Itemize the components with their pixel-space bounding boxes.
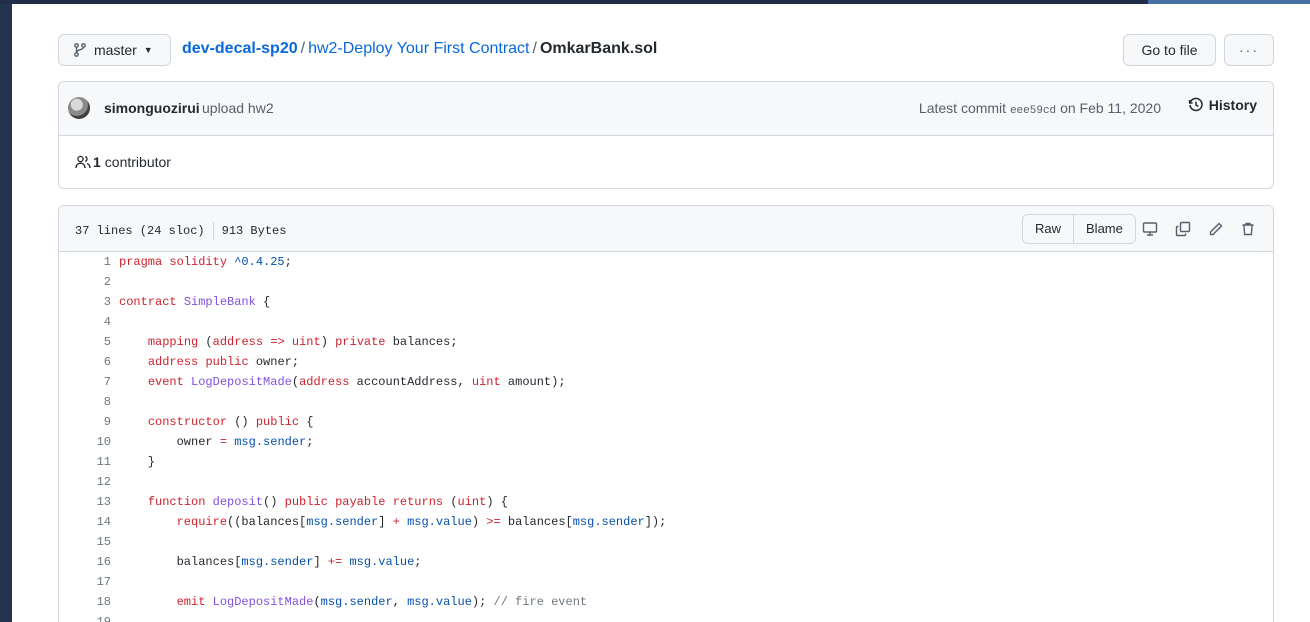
line-number[interactable]: 16	[59, 552, 111, 572]
line-number[interactable]: 11	[59, 452, 111, 472]
code-line: 1 pragma solidity ^0.4.25;	[59, 252, 1273, 272]
line-number[interactable]: 7	[59, 372, 111, 392]
code-line: 11 }	[59, 452, 1273, 472]
contributor-count: 1	[93, 154, 101, 170]
line-number[interactable]: 3	[59, 292, 111, 312]
breadcrumb-folder-link[interactable]: hw2-Deploy Your First Contract	[308, 40, 529, 57]
code-line: 17	[59, 572, 1273, 592]
blame-button[interactable]: Blame	[1073, 215, 1135, 243]
trash-icon[interactable]	[1239, 220, 1257, 238]
line-number[interactable]: 14	[59, 512, 111, 532]
code-line: 5 mapping (address => uint) private bala…	[59, 332, 1273, 352]
code-content: constructor () public {	[147, 415, 314, 429]
code-content: address public owner;	[147, 355, 300, 369]
breadcrumb-current-file: OmkarBank.sol	[539, 40, 658, 57]
line-number[interactable]: 6	[59, 352, 111, 372]
code-content: }	[119, 455, 156, 469]
code-line: 3 contract SimpleBank {	[59, 292, 1273, 312]
code-line: 13 function deposit() public payable ret…	[59, 492, 1273, 512]
code-line: 2	[59, 272, 1273, 292]
history-icon	[1188, 97, 1203, 112]
line-number[interactable]: 5	[59, 332, 111, 352]
commit-sha-link[interactable]: eee59cd	[1010, 105, 1056, 117]
code-line: 14 require((balances[msg.sender] + msg.v…	[59, 512, 1273, 532]
line-number[interactable]: 2	[59, 272, 111, 292]
line-number[interactable]: 4	[59, 312, 111, 332]
copy-icon[interactable]	[1174, 220, 1192, 238]
commit-row: simonguozirui upload hw2 Latest commit e…	[59, 82, 1273, 136]
commit-date: on Feb 11, 2020	[1060, 100, 1161, 116]
code-content: contract SimpleBank {	[119, 295, 271, 309]
breadcrumb-separator: /	[532, 40, 537, 57]
chevron-down-icon: ▼	[143, 45, 153, 55]
code-content: event LogDepositMade(address accountAddr…	[147, 375, 566, 389]
line-number[interactable]: 8	[59, 392, 111, 412]
code-line: 4	[59, 312, 1273, 332]
code-line: 9 constructor () public {	[59, 412, 1273, 432]
code-listing: 1 pragma solidity ^0.4.25; 2 3 contract Si…	[59, 252, 1273, 622]
code-line: 7 event LogDepositMade(address accountAd…	[59, 372, 1273, 392]
latest-commit-box: simonguozirui upload hw2 Latest commit e…	[58, 81, 1274, 189]
line-number[interactable]: 1	[59, 252, 111, 272]
branch-select-button[interactable]: master ▼	[58, 34, 171, 66]
raw-button[interactable]: Raw	[1023, 215, 1074, 243]
commit-message-link[interactable]: upload hw2	[202, 100, 274, 116]
history-link[interactable]: History	[1188, 97, 1257, 113]
line-number[interactable]: 9	[59, 412, 111, 432]
line-number[interactable]: 19	[59, 612, 111, 622]
line-number[interactable]: 18	[59, 592, 111, 612]
latest-commit-label: Latest commit	[918, 100, 1007, 116]
code-content: owner = msg.sender;	[119, 435, 314, 449]
commit-author-link[interactable]: simonguozirui	[104, 100, 200, 116]
code-content: pragma solidity ^0.4.25;	[119, 255, 292, 269]
code-line: 16 balances[msg.sender] += msg.value;	[59, 552, 1273, 572]
more-options-button[interactable]: ···	[1224, 34, 1274, 66]
branch-name: master	[94, 42, 137, 58]
code-content: require((balances[msg.sender] + msg.valu…	[176, 515, 667, 529]
code-line: 10 owner = msg.sender;	[59, 432, 1273, 452]
line-number[interactable]: 15	[59, 532, 111, 552]
file-header: 37 lines (24 sloc) 913 Bytes Raw Blame	[59, 206, 1273, 252]
file-line-count: 37 lines (24 sloc)	[75, 224, 205, 239]
code-content: function deposit() public payable return…	[147, 495, 508, 509]
line-number[interactable]: 13	[59, 492, 111, 512]
history-label: History	[1208, 97, 1257, 113]
line-number[interactable]: 12	[59, 472, 111, 492]
divider	[212, 222, 214, 240]
contributors-row[interactable]: 1 contributor	[75, 154, 171, 170]
code-line: 15	[59, 532, 1273, 552]
people-icon	[75, 155, 91, 169]
code-content: mapping (address => uint) private balanc…	[147, 335, 458, 349]
code-content: emit LogDepositMade(msg.sender, msg.valu…	[176, 595, 588, 609]
raw-blame-group: Raw Blame	[1022, 214, 1136, 244]
line-number[interactable]: 17	[59, 572, 111, 592]
file-navigation: master ▼ dev-decal-sp20/hw2-Deploy Your …	[58, 34, 1274, 66]
file-viewer: 37 lines (24 sloc) 913 Bytes Raw Blame 1p…	[58, 205, 1274, 622]
code-content: balances[msg.sender] += msg.value;	[119, 555, 422, 569]
commit-meta: Latest commit eee59cd on Feb 11, 2020	[919, 100, 1161, 117]
line-number[interactable]: 10	[59, 432, 111, 452]
breadcrumb-repo-link[interactable]: dev-decal-sp20	[182, 40, 298, 57]
code-line: 8	[59, 392, 1273, 412]
avatar[interactable]	[68, 97, 90, 119]
breadcrumb: dev-decal-sp20/hw2-Deploy Your First Con…	[182, 40, 657, 58]
breadcrumb-separator: /	[300, 40, 306, 57]
file-info: 37 lines (24 sloc) 913 Bytes	[75, 222, 286, 240]
go-to-file-button[interactable]: Go to file	[1123, 34, 1216, 66]
file-size: 913 Bytes	[221, 224, 287, 239]
contributor-label: contributor	[104, 154, 171, 170]
pencil-icon[interactable]	[1207, 220, 1225, 238]
code-line: 18 emit LogDepositMade(msg.sender, msg.v…	[59, 592, 1273, 612]
code-line: 6 address public owner;	[59, 352, 1273, 372]
code-line: 12	[59, 472, 1273, 492]
branch-icon	[74, 43, 86, 57]
code-line: 19	[59, 612, 1273, 622]
repo-file-page: master ▼ dev-decal-sp20/hw2-Deploy Your …	[12, 4, 1310, 622]
desktop-icon[interactable]	[1141, 220, 1159, 238]
